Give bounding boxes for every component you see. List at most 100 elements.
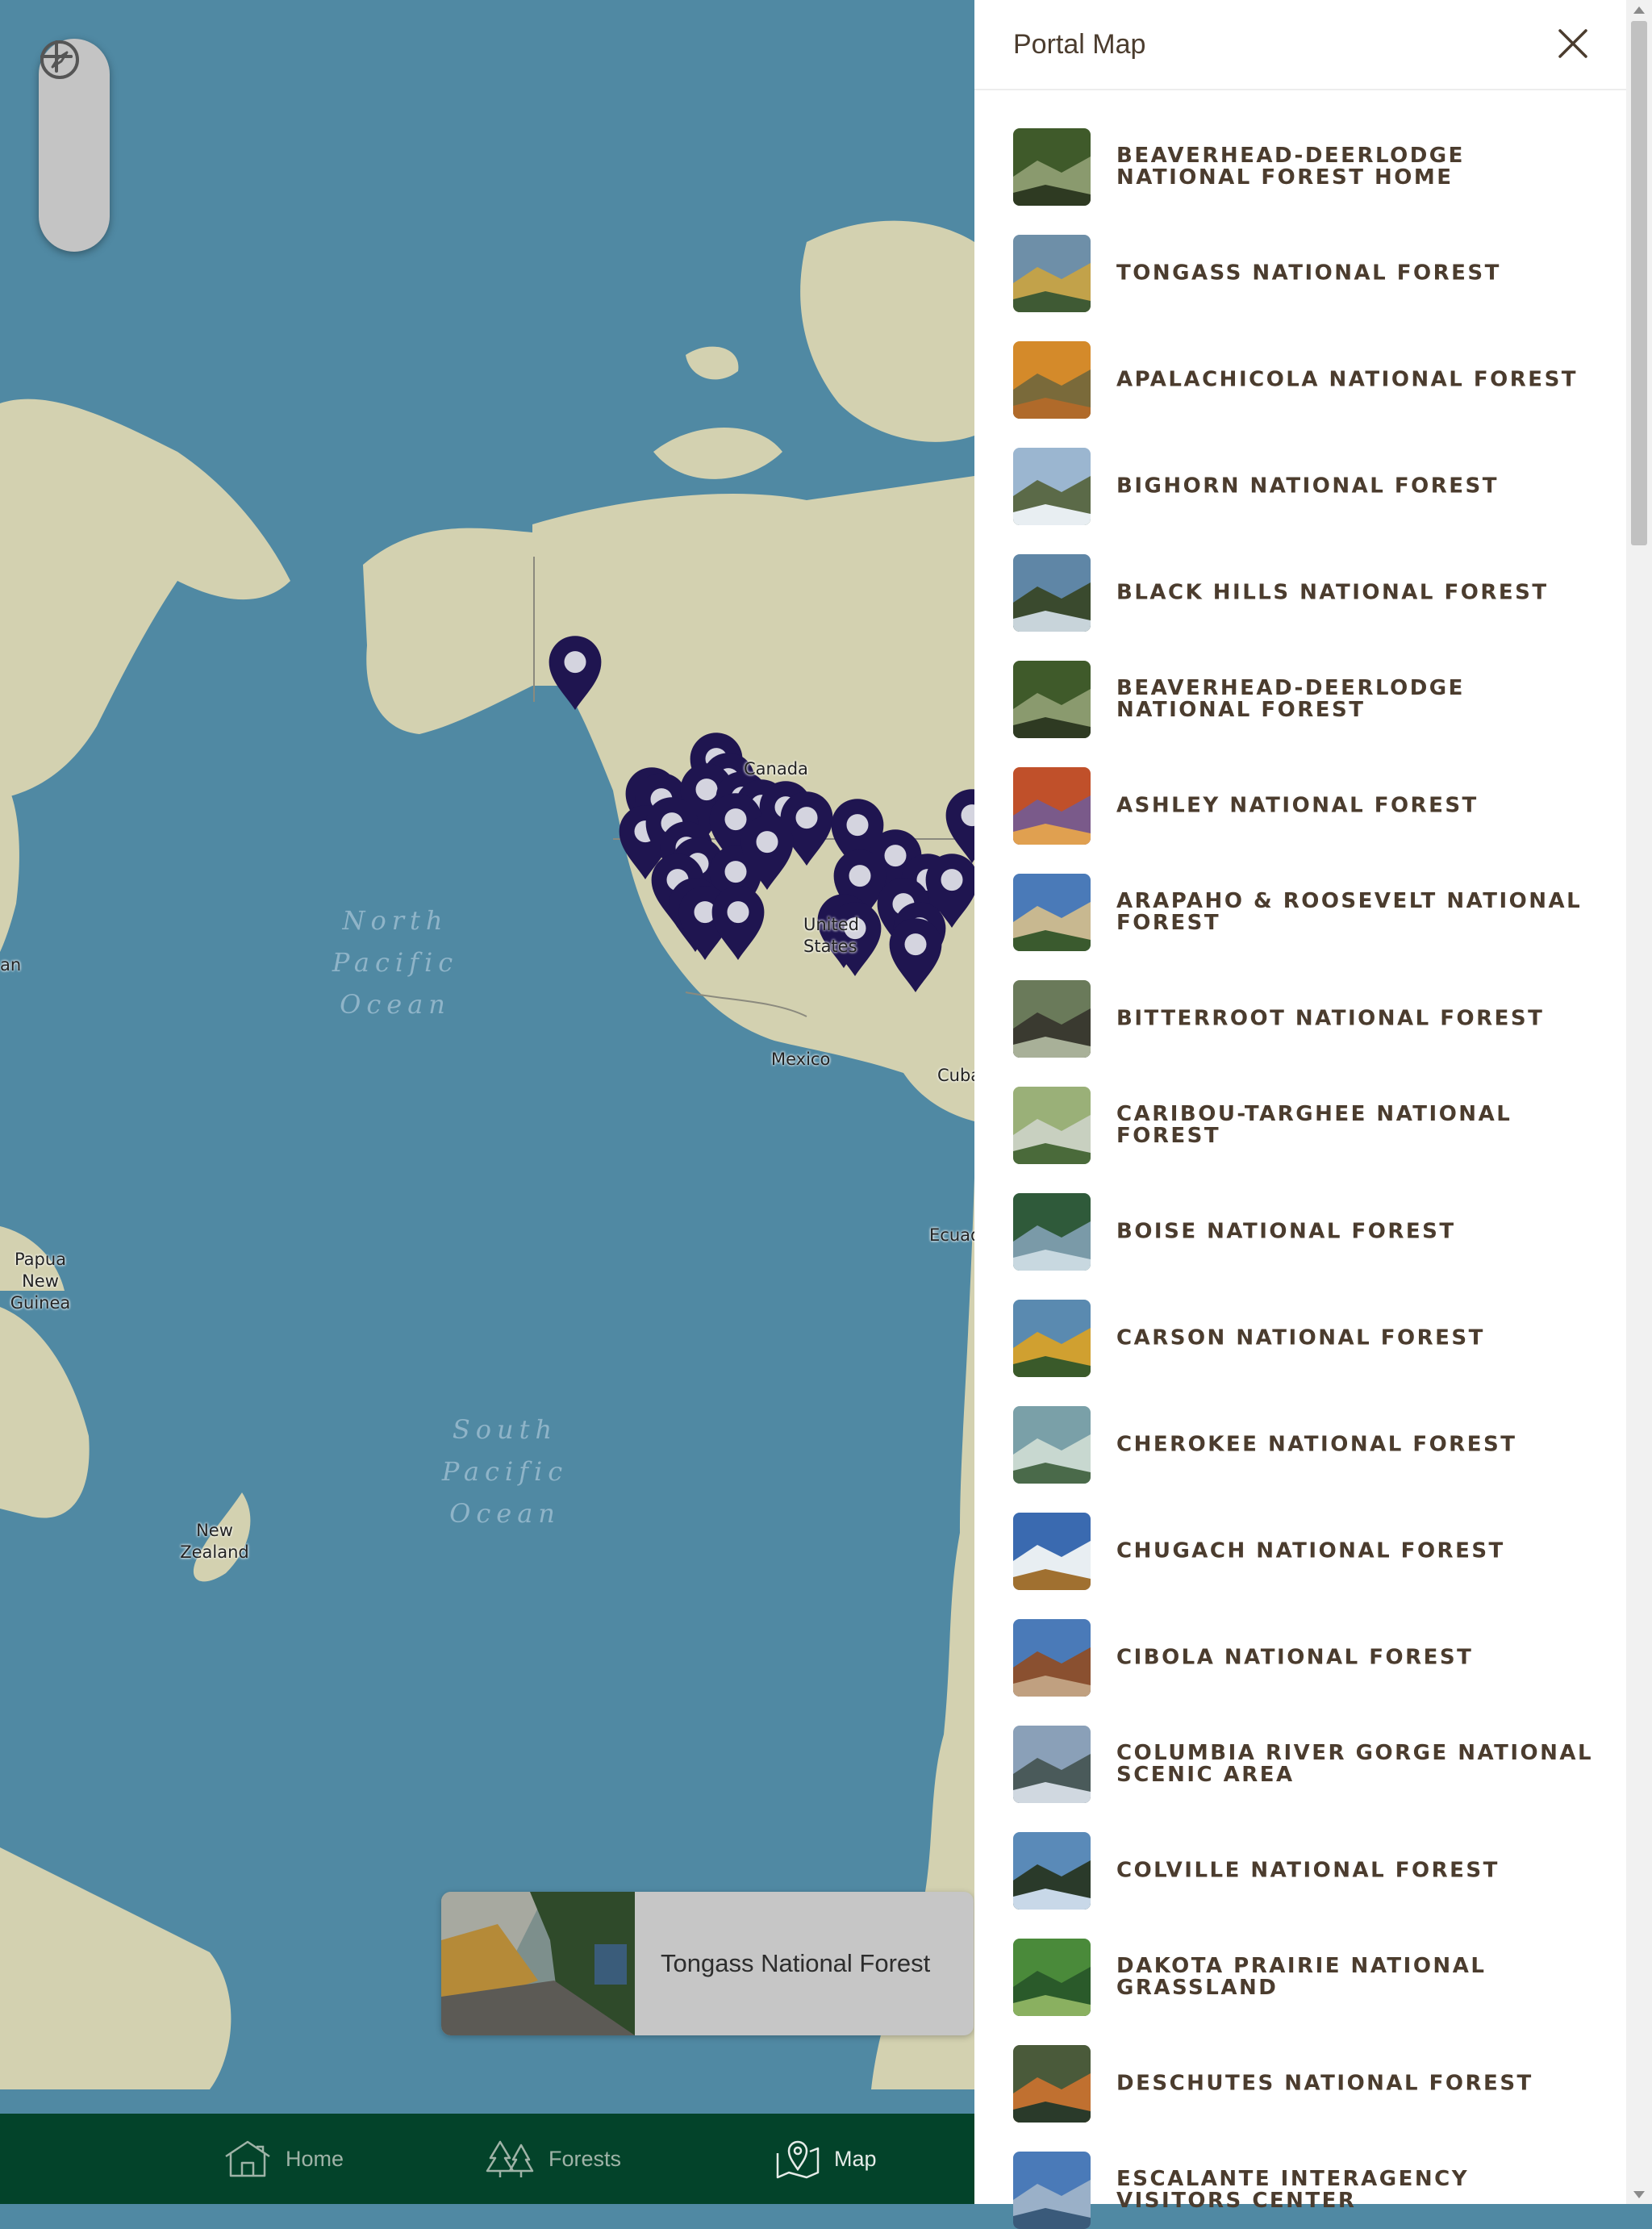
forest-list-item[interactable]: CHEROKEE NATIONAL FOREST [974, 1367, 1626, 1484]
forest-name: BITTERROOT NATIONAL FOREST [1116, 1006, 1545, 1031]
forest-list-item[interactable]: DESCHUTES NATIONAL FOREST [974, 2006, 1626, 2123]
forest-thumbnail [1013, 1832, 1091, 1910]
panel-title: Portal Map [1013, 29, 1146, 60]
label-south-pacific: South Pacific Ocean [441, 1414, 569, 1529]
zoom-out-button[interactable] [39, 55, 110, 181]
forest-thumbnail [1013, 2152, 1091, 2229]
scroll-down-arrow[interactable] [1633, 2191, 1645, 2198]
forest-name: CIBOLA NATIONAL FOREST [1116, 1645, 1474, 1670]
forest-thumbnail [1013, 1513, 1091, 1590]
land-russia-far-east [0, 399, 290, 799]
forest-thumbnail [1013, 448, 1091, 525]
forest-thumbnail [1013, 661, 1091, 738]
nav-home[interactable]: Home [223, 2114, 344, 2204]
map-zoom-controls [39, 39, 110, 252]
label-mexico: Mexico [771, 1050, 831, 1069]
forest-thumbnail [1013, 874, 1091, 951]
forest-list-item[interactable]: BOISE NATIONAL FOREST [974, 1154, 1626, 1271]
label-states: States [803, 937, 857, 956]
home-icon [225, 2140, 270, 2177]
forest-thumbnail [1013, 1726, 1091, 1803]
forest-list-item[interactable]: BLACK HILLS NATIONAL FOREST [974, 515, 1626, 632]
label-north-pacific: North Pacific Ocean [332, 905, 459, 1020]
nav-map-label: Map [834, 2146, 877, 2171]
forest-name: BEAVERHEAD-DEERLODGE NATIONAL FOREST HOM… [1116, 144, 1465, 190]
land-australia [0, 1307, 90, 1518]
forest-thumbnail [1013, 128, 1091, 206]
forest-name: DAKOTA PRAIRIE NATIONAL GRASSLAND [1116, 1954, 1487, 2000]
compass-icon [40, 40, 79, 79]
forest-name: DESCHUTES NATIONAL FOREST [1116, 2071, 1533, 2096]
label-united: United [803, 915, 859, 934]
map-pin-icon [776, 2140, 820, 2179]
forest-name: ESCALANTE INTERAGENCY VISITORS CENTER [1116, 2167, 1470, 2213]
forest-preview-title: Tongass National Forest [661, 1949, 931, 1977]
forest-list-item[interactable]: CARSON NATIONAL FOREST [974, 1260, 1626, 1377]
nav-forests[interactable]: Forests [486, 2114, 621, 2204]
label-papua-new-guinea: Papua New Guinea [10, 1250, 71, 1313]
forest-name: BEAVERHEAD-DEERLODGE NATIONAL FOREST [1116, 676, 1465, 722]
forest-thumbnail [1013, 2045, 1091, 2123]
panel-scrollbar[interactable] [1626, 0, 1652, 2204]
label-canada: Canada [744, 759, 808, 778]
label-new-zealand: New Zealand [180, 1521, 249, 1562]
forest-thumbnail [1013, 1619, 1091, 1697]
forest-name: CHEROKEE NATIONAL FOREST [1116, 1432, 1517, 1457]
forest-name: CARIBOU-TARGHEE NATIONAL FOREST [1116, 1102, 1512, 1148]
forest-name: ASHLEY NATIONAL FOREST [1116, 793, 1479, 818]
forest-name: TONGASS NATIONAL FOREST [1116, 261, 1501, 286]
forest-thumbnail [1013, 980, 1091, 1058]
forest-list-item[interactable]: ARAPAHO & ROOSEVELT NATIONAL FOREST [974, 834, 1626, 951]
forest-thumbnail [1013, 1193, 1091, 1271]
forest-name: BIGHORN NATIONAL FOREST [1116, 474, 1500, 499]
forest-list-item[interactable]: CHUGACH NATIONAL FOREST [974, 1473, 1626, 1590]
forest-list-item[interactable]: BEAVERHEAD-DEERLODGE NATIONAL FOREST HOM… [974, 89, 1626, 206]
land-antarctic-edge [0, 1847, 232, 2089]
forest-name: ARAPAHO & ROOSEVELT NATIONAL FOREST [1116, 889, 1583, 935]
forest-list-item[interactable]: TONGASS NATIONAL FOREST [974, 195, 1626, 312]
forest-list-item[interactable]: BIGHORN NATIONAL FOREST [974, 408, 1626, 525]
forest-preview-card[interactable]: Tongass National Forest [441, 1892, 974, 2035]
compass-button[interactable] [39, 40, 110, 252]
forest-list-item[interactable]: CARIBOU-TARGHEE NATIONAL FOREST [974, 1047, 1626, 1164]
forest-list-item[interactable]: DAKOTA PRAIRIE NATIONAL GRASSLAND [974, 1899, 1626, 2016]
forest-thumbnail [1013, 1939, 1091, 2016]
forest-thumbnail [1013, 341, 1091, 419]
forest-list-item[interactable]: COLVILLE NATIONAL FOREST [974, 1793, 1626, 1910]
forest-list: BEAVERHEAD-DEERLODGE NATIONAL FOREST HOM… [974, 89, 1626, 2229]
close-button[interactable] [1549, 19, 1597, 68]
scroll-thumb[interactable] [1631, 21, 1647, 545]
forest-preview-image [441, 1892, 635, 2035]
forest-thumbnail [1013, 1087, 1091, 1164]
forest-name: BOISE NATIONAL FOREST [1116, 1219, 1456, 1244]
land-japan [0, 774, 19, 952]
forest-thumbnail [1013, 767, 1091, 845]
forest-list-item[interactable]: CIBOLA NATIONAL FOREST [974, 1580, 1626, 1697]
trees-icon [486, 2140, 534, 2177]
forest-thumbnail [1013, 1406, 1091, 1484]
scroll-up-arrow[interactable] [1633, 6, 1645, 14]
forest-thumbnail [1013, 554, 1091, 632]
forest-list-item[interactable]: COLUMBIA RIVER GORGE NATIONAL SCENIC ARE… [974, 1686, 1626, 1803]
land-arctic-islands [653, 220, 974, 479]
nav-map[interactable]: Map [774, 2114, 877, 2204]
portal-map-panel: Portal Map BEAVERHEAD-DEERLODGE NATIONAL… [974, 0, 1626, 2229]
land-alaska [363, 528, 532, 734]
forest-thumbnail [1013, 1300, 1091, 1377]
panel-header: Portal Map [974, 0, 1626, 90]
forest-list-item[interactable]: ASHLEY NATIONAL FOREST [974, 728, 1626, 845]
label-japan-fragment: an [0, 955, 22, 975]
forest-list-item[interactable]: BITTERROOT NATIONAL FOREST [974, 941, 1626, 1058]
nav-forests-label: Forests [549, 2146, 622, 2171]
forest-name: APALACHICOLA NATIONAL FOREST [1116, 367, 1579, 392]
forest-list-item[interactable]: APALACHICOLA NATIONAL FOREST [974, 302, 1626, 419]
nav-home-label: Home [286, 2146, 344, 2171]
forest-list-item[interactable]: BEAVERHEAD-DEERLODGE NATIONAL FOREST [974, 621, 1626, 738]
forest-list-item[interactable]: ESCALANTE INTERAGENCY VISITORS CENTER [974, 2112, 1626, 2229]
forest-name: CARSON NATIONAL FOREST [1116, 1325, 1485, 1350]
forest-thumbnail [1013, 235, 1091, 312]
forest-name: CHUGACH NATIONAL FOREST [1116, 1538, 1505, 1563]
forest-name: COLUMBIA RIVER GORGE NATIONAL SCENIC ARE… [1116, 1741, 1594, 1787]
forest-name: COLVILLE NATIONAL FOREST [1116, 1858, 1500, 1883]
forest-name: BLACK HILLS NATIONAL FOREST [1116, 580, 1549, 605]
